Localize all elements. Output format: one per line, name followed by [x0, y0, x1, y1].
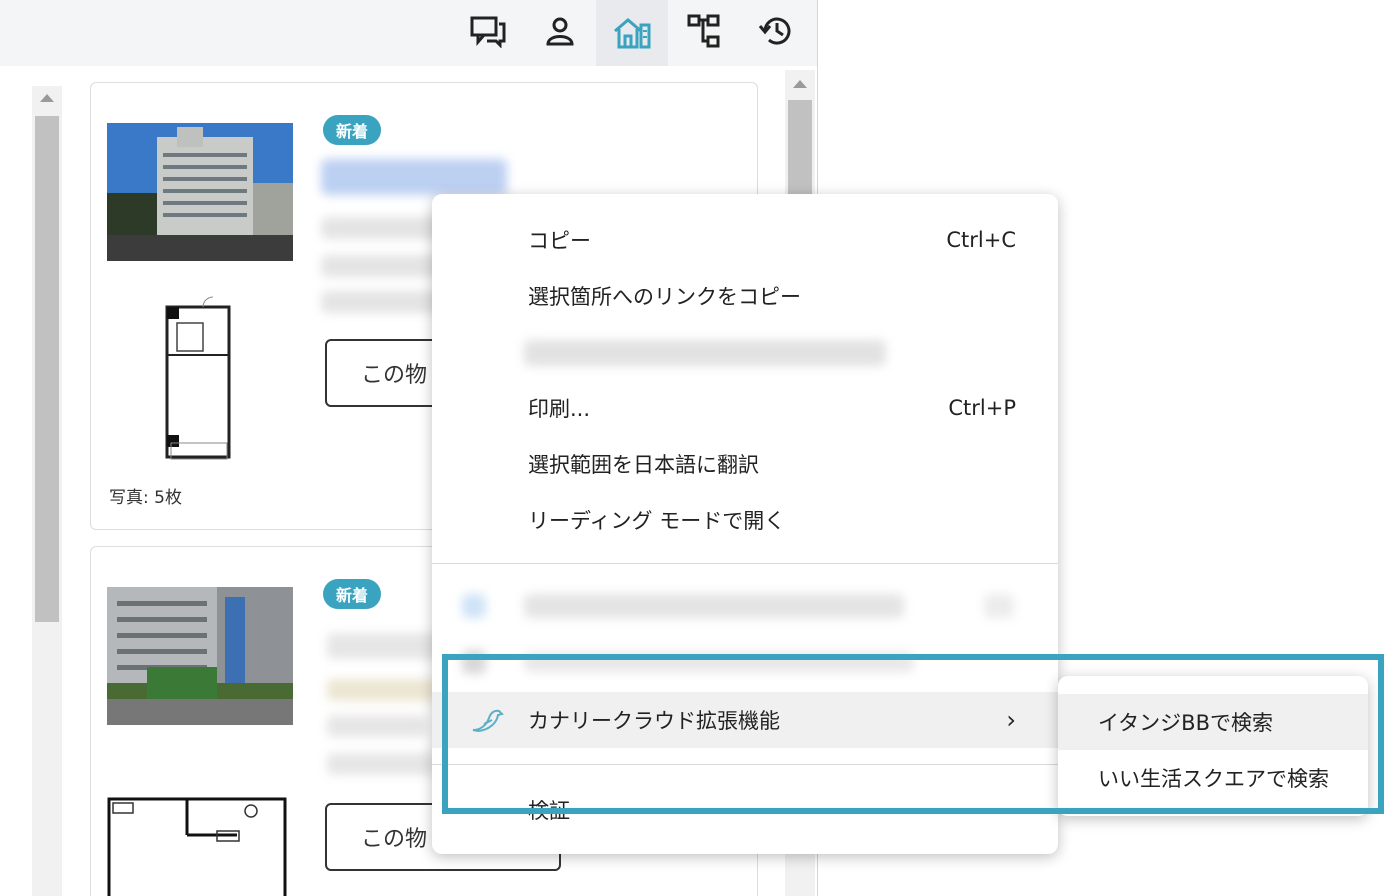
blurred-icon	[462, 594, 486, 618]
menu-item-print[interactable]: 印刷... Ctrl+P	[432, 380, 1058, 436]
menu-item-blurred[interactable]	[432, 578, 1058, 634]
blurred-title	[321, 159, 507, 195]
menu-item-label: 選択範囲を日本語に翻訳	[528, 453, 759, 477]
menu-item-copy-link[interactable]: 選択箇所へのリンクをコピー	[432, 268, 1058, 324]
blurred-text	[327, 753, 437, 775]
floor-plan-image	[147, 293, 257, 463]
menu-item-label: 印刷...	[528, 397, 591, 421]
history-button[interactable]	[740, 0, 812, 62]
photo-count: 写真: 5枚	[109, 488, 182, 508]
menu-item-blurred[interactable]	[432, 324, 1058, 380]
person-icon	[546, 17, 574, 46]
menu-item-label: コピー	[528, 229, 591, 253]
highlight-annotation-box	[442, 654, 1384, 814]
menu-item-shortcut: Ctrl+C	[946, 228, 1016, 252]
new-badge: 新着	[323, 115, 381, 145]
top-toolbar	[0, 0, 817, 66]
blurred-text	[984, 594, 1014, 618]
scroll-up-arrow-icon[interactable]	[40, 94, 54, 102]
menu-item-label: 選択箇所へのリンクをコピー	[528, 285, 801, 309]
chat-button[interactable]	[452, 0, 524, 62]
menu-item-shortcut: Ctrl+P	[948, 396, 1016, 420]
menu-item-copy[interactable]: コピー Ctrl+C	[432, 212, 1058, 268]
property-button[interactable]	[596, 0, 668, 66]
scroll-thumb[interactable]	[35, 116, 59, 622]
left-scrollbar[interactable]	[32, 86, 62, 896]
diagram-button[interactable]	[668, 0, 740, 62]
menu-item-translate[interactable]: 選択範囲を日本語に翻訳	[432, 436, 1058, 492]
blurred-text	[524, 340, 886, 366]
building-photo	[107, 123, 293, 261]
scroll-up-arrow-icon[interactable]	[793, 80, 807, 88]
menu-item-reading-mode[interactable]: リーディング モードで開く	[432, 492, 1058, 548]
new-badge: 新着	[323, 579, 381, 609]
account-button[interactable]	[524, 0, 596, 62]
blurred-text	[327, 715, 427, 737]
chat-icon	[470, 16, 506, 48]
history-icon	[758, 17, 791, 45]
diagram-icon	[687, 14, 720, 48]
blurred-text	[524, 594, 904, 618]
building-photo	[107, 587, 293, 725]
blurred-title	[327, 633, 447, 659]
menu-separator	[432, 563, 1058, 564]
floor-plan-image	[107, 795, 289, 896]
menu-item-label: リーディング モードで開く	[528, 509, 786, 533]
blurred-text	[327, 679, 437, 701]
house-icon	[614, 18, 651, 49]
